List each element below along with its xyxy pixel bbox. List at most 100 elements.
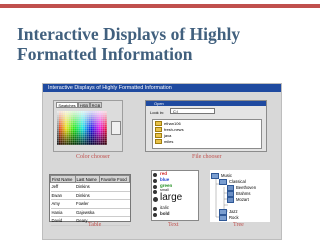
color-swatch[interactable] bbox=[59, 131, 61, 133]
table-row[interactable]: Hania Gajewska bbox=[50, 208, 130, 217]
color-swatch[interactable] bbox=[99, 119, 101, 121]
color-swatch[interactable] bbox=[71, 115, 73, 117]
color-swatch[interactable] bbox=[89, 125, 91, 127]
color-swatch[interactable] bbox=[93, 143, 95, 145]
color-swatch[interactable] bbox=[69, 127, 71, 129]
color-swatch[interactable] bbox=[87, 119, 89, 121]
color-swatch[interactable] bbox=[57, 113, 59, 115]
color-swatch[interactable] bbox=[93, 121, 95, 123]
color-swatch[interactable] bbox=[101, 143, 103, 145]
color-swatch[interactable] bbox=[61, 125, 63, 127]
color-swatch[interactable] bbox=[65, 141, 67, 143]
color-swatch[interactable] bbox=[91, 119, 93, 121]
color-swatch[interactable] bbox=[81, 131, 83, 133]
color-swatch[interactable] bbox=[95, 125, 97, 127]
color-swatch[interactable] bbox=[63, 141, 65, 143]
color-swatch[interactable] bbox=[105, 139, 107, 141]
color-swatch[interactable] bbox=[99, 129, 101, 131]
color-swatch[interactable] bbox=[59, 111, 61, 113]
color-swatch[interactable] bbox=[65, 115, 67, 117]
color-swatch[interactable] bbox=[59, 139, 61, 141]
color-swatch[interactable] bbox=[95, 127, 97, 129]
color-swatch[interactable] bbox=[101, 125, 103, 127]
color-swatch[interactable] bbox=[67, 143, 69, 145]
color-swatch[interactable] bbox=[75, 131, 77, 133]
color-swatch[interactable] bbox=[87, 139, 89, 141]
color-swatch[interactable] bbox=[103, 127, 105, 129]
color-swatch[interactable] bbox=[57, 115, 59, 117]
color-swatch[interactable] bbox=[103, 133, 105, 135]
color-swatch[interactable] bbox=[81, 119, 83, 121]
color-swatch[interactable] bbox=[97, 115, 99, 117]
color-swatch[interactable] bbox=[101, 127, 103, 129]
color-swatch[interactable] bbox=[91, 115, 93, 117]
color-swatch[interactable] bbox=[61, 131, 63, 133]
color-swatch[interactable] bbox=[93, 113, 95, 115]
color-swatch[interactable] bbox=[95, 131, 97, 133]
color-swatch[interactable] bbox=[79, 123, 81, 125]
color-swatch[interactable] bbox=[59, 135, 61, 137]
color-swatch[interactable] bbox=[81, 121, 83, 123]
color-swatch[interactable] bbox=[75, 125, 77, 127]
color-swatch[interactable] bbox=[103, 135, 105, 137]
color-swatch[interactable] bbox=[79, 121, 81, 123]
color-swatch[interactable] bbox=[69, 121, 71, 123]
color-swatch[interactable] bbox=[97, 113, 99, 115]
color-swatch[interactable] bbox=[67, 127, 69, 129]
color-swatch[interactable] bbox=[65, 129, 67, 131]
color-swatch[interactable] bbox=[95, 113, 97, 115]
color-swatch[interactable] bbox=[83, 135, 85, 137]
color-swatch[interactable] bbox=[103, 143, 105, 145]
color-swatch[interactable] bbox=[93, 117, 95, 119]
color-swatch[interactable] bbox=[91, 143, 93, 145]
color-swatch[interactable] bbox=[97, 129, 99, 131]
color-swatch[interactable] bbox=[77, 137, 79, 139]
color-swatch[interactable] bbox=[87, 115, 89, 117]
color-swatch[interactable] bbox=[89, 141, 91, 143]
color-swatch[interactable] bbox=[81, 115, 83, 117]
color-swatch[interactable] bbox=[103, 125, 105, 127]
color-swatch[interactable] bbox=[97, 123, 99, 125]
color-swatch[interactable] bbox=[85, 129, 87, 131]
color-swatch[interactable] bbox=[91, 117, 93, 119]
color-swatch[interactable] bbox=[61, 113, 63, 115]
color-swatch[interactable] bbox=[73, 113, 75, 115]
color-swatch[interactable] bbox=[81, 129, 83, 131]
color-swatch[interactable] bbox=[89, 143, 91, 145]
color-swatch[interactable] bbox=[59, 125, 61, 127]
color-swatch[interactable] bbox=[103, 129, 105, 131]
color-swatch[interactable] bbox=[59, 119, 61, 121]
color-swatch[interactable] bbox=[69, 119, 71, 121]
color-swatch[interactable] bbox=[61, 135, 63, 137]
color-swatch[interactable] bbox=[67, 119, 69, 121]
file-list-item[interactable]: miles bbox=[155, 139, 173, 145]
color-swatch[interactable] bbox=[87, 135, 89, 137]
color-swatch[interactable] bbox=[61, 115, 63, 117]
color-swatch[interactable] bbox=[71, 133, 73, 135]
color-swatch[interactable] bbox=[77, 131, 79, 133]
color-swatch[interactable] bbox=[73, 131, 75, 133]
color-swatch[interactable] bbox=[57, 135, 59, 137]
color-swatch[interactable] bbox=[75, 113, 77, 115]
color-swatch[interactable] bbox=[99, 137, 101, 139]
color-swatch[interactable] bbox=[105, 131, 107, 133]
color-swatch[interactable] bbox=[85, 119, 87, 121]
color-swatch[interactable] bbox=[101, 121, 103, 123]
color-swatch[interactable] bbox=[63, 115, 65, 117]
color-swatch[interactable] bbox=[97, 141, 99, 143]
color-swatch[interactable] bbox=[57, 125, 59, 127]
color-swatch[interactable] bbox=[81, 133, 83, 135]
color-swatch[interactable] bbox=[103, 137, 105, 139]
color-swatch[interactable] bbox=[63, 111, 65, 113]
color-swatch[interactable] bbox=[61, 141, 63, 143]
color-swatch[interactable] bbox=[85, 113, 87, 115]
color-swatch[interactable] bbox=[79, 143, 81, 145]
color-swatch[interactable] bbox=[93, 133, 95, 135]
color-swatch[interactable] bbox=[79, 129, 81, 131]
color-swatch[interactable] bbox=[73, 121, 75, 123]
tree-node[interactable]: Mozart bbox=[227, 197, 249, 203]
color-swatch[interactable] bbox=[79, 133, 81, 135]
file-list-item[interactable]: ethan106 bbox=[155, 121, 181, 127]
color-swatch[interactable] bbox=[59, 123, 61, 125]
color-swatch[interactable] bbox=[91, 129, 93, 131]
